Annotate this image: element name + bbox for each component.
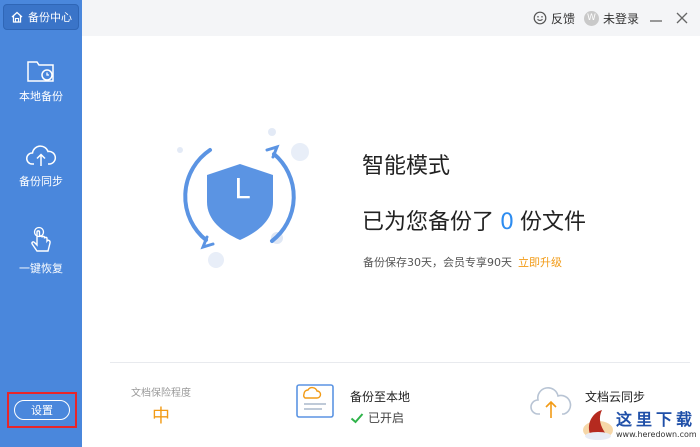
brand-label: 备份中心 — [28, 11, 72, 24]
sidebar-item-label: 备份同步 — [19, 175, 63, 188]
login-button[interactable]: W 未登录 — [584, 9, 639, 27]
sidebar: 备份中心 本地备份 备份同步 一键恢复 设置 — [0, 0, 82, 447]
mode-title: 智能模式 — [362, 154, 451, 179]
cloud-sync-icon[interactable] — [528, 382, 574, 422]
settings-highlight: 设置 — [7, 392, 77, 428]
feedback-label: 反馈 — [551, 11, 576, 26]
folder-clock-icon — [27, 61, 54, 82]
protection-level: 中 — [152, 406, 170, 427]
cloud-sync-title: 文档云同步 — [585, 390, 646, 404]
login-label: 未登录 — [603, 11, 640, 26]
local-status-label: 已开启 — [368, 411, 405, 425]
home-icon — [11, 11, 23, 23]
sidebar-item-one-click-restore[interactable]: 一键恢复 — [0, 226, 82, 290]
sidebar-item-label: 本地备份 — [19, 90, 63, 103]
divider — [110, 362, 690, 363]
local-backup-icon[interactable] — [294, 382, 338, 422]
watermark: 这里下载 www.heredown.com — [580, 404, 697, 444]
local-backup-status: 已开启 — [350, 409, 404, 426]
backup-suffix: 份文件 — [520, 210, 587, 235]
backup-prefix: 已为您备份了 — [362, 210, 495, 235]
settings-button[interactable]: 设置 — [14, 400, 70, 420]
retention-info: 备份保存30天，会员专享90天 立即升级 — [363, 254, 562, 270]
check-icon — [350, 412, 364, 423]
shield-letter: L — [234, 172, 250, 205]
close-icon[interactable] — [674, 10, 690, 26]
backup-summary: 已为您备份了 0 份文件 — [362, 204, 586, 236]
local-backup-title: 备份至本地 — [350, 390, 411, 404]
minimize-icon[interactable] — [648, 10, 664, 26]
sidebar-item-local-backup[interactable]: 本地备份 — [0, 58, 82, 122]
avatar: W — [584, 10, 599, 26]
feedback-button[interactable]: 反馈 — [533, 9, 575, 27]
cloud-upload-icon — [26, 145, 57, 166]
retention-text: 备份保存30天，会员专享90天 — [363, 256, 512, 269]
sidebar-item-backup-sync[interactable]: 备份同步 — [0, 143, 82, 207]
sidebar-item-label: 一键恢复 — [19, 262, 63, 275]
upgrade-link[interactable]: 立即升级 — [518, 256, 562, 269]
smile-icon — [533, 11, 547, 25]
watermark-logo-icon — [583, 410, 613, 440]
hand-tap-icon — [31, 226, 51, 252]
protection-label: 文档保险程度 — [131, 388, 191, 399]
title-bar: 反馈 W 未登录 — [82, 0, 700, 36]
watermark-text: 这里下载 — [616, 410, 697, 429]
backup-center-button[interactable]: 备份中心 — [3, 4, 79, 30]
backup-count: 0 — [500, 210, 515, 235]
watermark-url: www.heredown.com — [616, 430, 697, 439]
